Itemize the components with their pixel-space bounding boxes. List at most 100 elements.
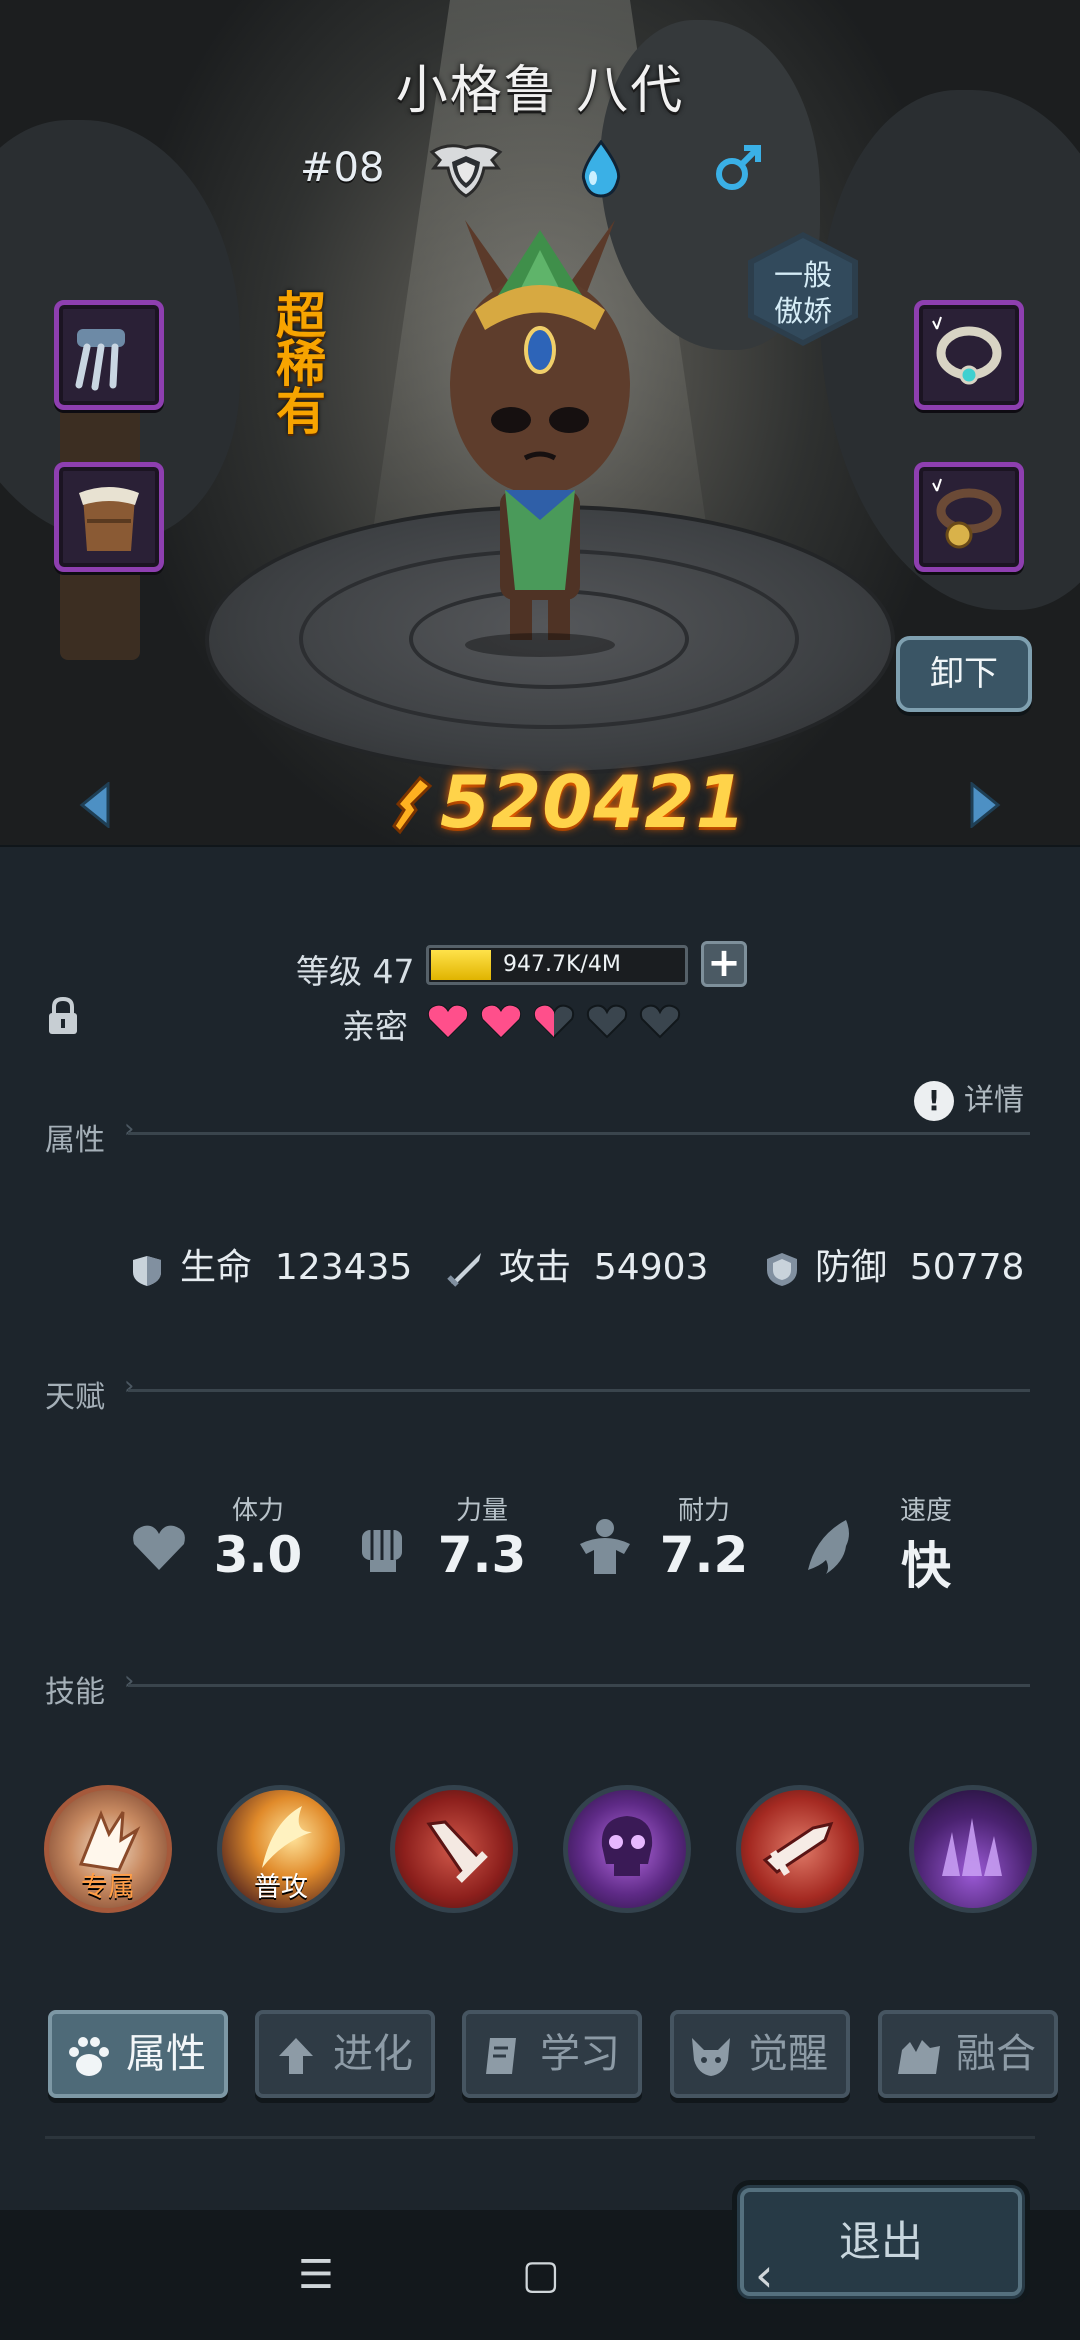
tab-attributes-label: 属性 xyxy=(126,2031,206,2077)
talent-stamina-value: 3.0 xyxy=(213,1526,303,1584)
awaken-head-icon xyxy=(692,2038,730,2076)
stat-hp-value: 123435 xyxy=(274,1247,413,1288)
skill-exclusive[interactable]: 专属 xyxy=(44,1785,172,1913)
talent-speed: 速度 快 xyxy=(796,1490,996,1595)
water-element-icon[interactable] xyxy=(578,140,624,198)
tab-fusion[interactable]: 融合 xyxy=(878,2010,1058,2098)
strength-fist-icon xyxy=(362,1530,402,1572)
talent-stamina: 体力 3.0 xyxy=(128,1490,328,1590)
character-scene: 小格鲁 八代 #08 超 稀 有 一般 傲娇 卸下 520421 xyxy=(0,0,1080,845)
exit-button[interactable]: 退出 xyxy=(732,2180,1030,2304)
talent-endurance: 耐力 7.2 xyxy=(574,1490,774,1590)
jeweled-necklace-icon xyxy=(932,316,1002,385)
skill-5[interactable] xyxy=(736,1785,864,1913)
equip-slot-necklace[interactable] xyxy=(914,300,1024,410)
back-chevron-icon[interactable]: ‹ xyxy=(755,2248,773,2302)
xp-bar-fill xyxy=(431,950,491,980)
stat-defense: 防御 50778 xyxy=(763,1238,1024,1290)
talent-strength-value: 7.3 xyxy=(437,1526,527,1584)
sword-strike-skill-icon xyxy=(762,1821,834,1876)
tab-learn[interactable]: 学习 xyxy=(462,2010,642,2098)
talent-speed-value: 快 xyxy=(901,1537,951,1595)
evolve-arrow-icon xyxy=(279,2038,313,2074)
stat-attack-value: 54903 xyxy=(593,1247,709,1288)
character-number: #08 xyxy=(300,145,385,191)
stat-hp: 生命 123435 xyxy=(128,1238,412,1290)
section-chevron-icon: › xyxy=(124,1666,135,1696)
tab-evolve[interactable]: 进化 xyxy=(255,2010,435,2098)
hp-heart-icon xyxy=(133,1256,161,1286)
skill-basic-attack-label: 普攻 xyxy=(254,1872,308,1903)
details-button[interactable]: ! 详情 xyxy=(914,1075,1024,1121)
intimacy-heart-icon xyxy=(533,1004,575,1039)
skill-basic-attack[interactable]: 普攻 xyxy=(217,1785,345,1913)
fusion-beasts-icon xyxy=(898,2040,940,2074)
intimacy-heart-icon xyxy=(427,1004,469,1039)
home-square-icon[interactable]: ▢ xyxy=(522,2252,560,2298)
section-chevron-icon: › xyxy=(124,1371,135,1401)
skill-6[interactable] xyxy=(909,1785,1037,1913)
endurance-body-icon xyxy=(580,1519,630,1574)
talent-strength: 力量 7.3 xyxy=(352,1490,552,1590)
intimacy-heart-icon xyxy=(480,1004,522,1039)
skull-flame-skill-icon xyxy=(601,1816,653,1876)
stat-attack-label: 攻击 xyxy=(499,1247,572,1288)
talent-strength-label: 力量 xyxy=(455,1496,508,1526)
level-label: 等级 47 xyxy=(296,952,415,991)
stat-hp-label: 生命 xyxy=(180,1247,253,1288)
add-xp-button[interactable]: + xyxy=(701,941,747,987)
tab-attributes[interactable]: 属性 xyxy=(48,2010,228,2098)
menu-icon[interactable]: ☰ xyxy=(298,2252,334,2298)
bell-collar-icon xyxy=(932,478,1002,549)
talents-section-label: 天赋 xyxy=(45,1380,105,1415)
purple-crystal-skill-icon xyxy=(942,1818,1002,1876)
speed-wing-icon xyxy=(808,1520,849,1574)
book-icon xyxy=(486,2038,516,2074)
tab-awaken-label: 觉醒 xyxy=(748,2031,828,2077)
talent-endurance-value: 7.2 xyxy=(659,1526,749,1584)
tab-evolve-label: 进化 xyxy=(333,2031,413,2077)
xp-bar: 947.7K/4M xyxy=(426,945,688,985)
rarity-label: 超 稀 有 xyxy=(268,287,334,441)
talent-speed-label: 速度 xyxy=(899,1496,952,1526)
claw-weapon-icon xyxy=(75,329,125,391)
male-gender-icon xyxy=(716,145,761,190)
rank-shield-icon[interactable] xyxy=(428,138,504,200)
combat-power: 520421 xyxy=(440,760,747,844)
skills-section-label: 技能 xyxy=(45,1675,105,1710)
next-character-arrow-icon[interactable] xyxy=(968,782,1002,828)
xp-text: 947.7K/4M xyxy=(503,952,621,977)
personality-line2: 傲娇 xyxy=(773,294,832,328)
intimacy-heart-icon xyxy=(586,1004,628,1039)
basic-attack-skill-icon xyxy=(262,1806,312,1868)
intimacy-label: 亲密 xyxy=(342,1007,408,1046)
stat-defense-value: 50778 xyxy=(909,1247,1025,1288)
section-chevron-icon: › xyxy=(124,1114,135,1144)
equip-slot-weapon[interactable] xyxy=(54,300,164,410)
intimacy-heart-icon xyxy=(639,1004,681,1039)
skill-4[interactable] xyxy=(563,1785,691,1913)
unequip-button[interactable]: 卸下 xyxy=(896,636,1032,712)
equip-slot-accessory[interactable] xyxy=(914,462,1024,572)
sword-slash-skill-icon xyxy=(426,1820,488,1883)
attributes-section-label: 属性 xyxy=(45,1123,105,1158)
tab-fusion-label: 融合 xyxy=(956,2031,1036,2077)
fur-armor-icon xyxy=(79,487,139,551)
talent-endurance-label: 耐力 xyxy=(677,1496,730,1526)
details-label: 详情 xyxy=(964,1083,1024,1118)
info-icon: ! xyxy=(914,1081,954,1121)
stat-attack: 攻击 54903 xyxy=(445,1238,708,1290)
prev-character-arrow-icon[interactable] xyxy=(78,782,112,828)
section-divider xyxy=(128,1389,1030,1392)
section-divider xyxy=(128,1132,1030,1135)
lock-icon[interactable] xyxy=(46,996,80,1036)
power-icon xyxy=(392,775,433,835)
tab-awaken[interactable]: 觉醒 xyxy=(670,2010,850,2098)
equip-slot-armor[interactable] xyxy=(54,462,164,572)
skill-exclusive-label: 专属 xyxy=(81,1872,135,1903)
talent-stamina-label: 体力 xyxy=(231,1496,284,1526)
skill-3[interactable] xyxy=(390,1785,518,1913)
stamina-heart-icon xyxy=(133,1525,185,1570)
rarity-text: 超 稀 有 xyxy=(276,287,326,441)
stat-defense-label: 防御 xyxy=(815,1247,888,1288)
